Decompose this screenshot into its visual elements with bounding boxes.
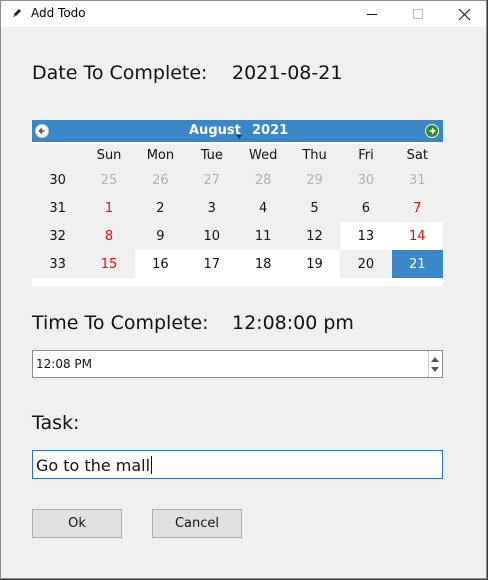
task-label: Task: — [32, 412, 80, 434]
window-title: Add Todo — [31, 6, 86, 20]
close-button[interactable] — [441, 1, 487, 27]
calendar-day[interactable]: 10 — [186, 222, 238, 250]
calendar-day[interactable]: 19 — [288, 250, 341, 278]
calendar-day[interactable]: 25 — [83, 166, 135, 194]
pencil-icon — [13, 9, 21, 17]
calendar: August 2021 Sun Mon Tue Wed Thu Fri Sat 30 25 26 2… — [32, 120, 443, 286]
day-header-fri: Fri — [340, 144, 392, 166]
week-number: 33 — [32, 250, 84, 278]
day-header-thu: Thu — [288, 144, 341, 166]
calendar-day[interactable]: 4 — [237, 194, 289, 222]
minimize-icon — [367, 14, 377, 15]
calendar-day-headers: Sun Mon Tue Wed Thu Fri Sat — [32, 144, 443, 166]
calendar-day[interactable]: 5 — [288, 194, 341, 222]
time-spinbox-value[interactable]: 12:08 PM — [36, 357, 92, 371]
calendar-day[interactable]: 29 — [288, 166, 341, 194]
close-icon — [458, 8, 470, 20]
calendar-day[interactable]: 27 — [186, 166, 238, 194]
calendar-day[interactable]: 16 — [134, 250, 187, 278]
calendar-day[interactable]: 6 — [340, 194, 392, 222]
calendar-week-row: 30 25 26 27 28 29 30 31 — [32, 166, 443, 194]
day-header-tue: Tue — [186, 144, 238, 166]
date-label: Date To Complete: — [32, 62, 208, 84]
day-header-mon: Mon — [134, 144, 187, 166]
arrow-left-icon[interactable] — [34, 123, 50, 139]
calendar-day[interactable]: 17 — [186, 250, 238, 278]
calendar-day[interactable]: 20 — [340, 250, 392, 278]
spin-down-icon[interactable] — [431, 367, 439, 372]
calendar-day[interactable]: 11 — [237, 222, 289, 250]
week-number: 32 — [32, 222, 84, 250]
month-dropdown-caret-icon[interactable] — [236, 135, 242, 139]
calendar-grid: Sun Mon Tue Wed Thu Fri Sat 30 25 26 27 28 29 30 31 31 1… — [32, 144, 443, 278]
spin-up-icon[interactable] — [431, 357, 439, 362]
week-number: 30 — [32, 166, 84, 194]
calendar-month[interactable]: August — [189, 123, 241, 138]
day-header-sat: Sat — [391, 144, 443, 166]
calendar-header: August 2021 — [32, 120, 443, 142]
time-spinbox[interactable]: 12:08 PM — [32, 350, 443, 378]
calendar-day[interactable]: 26 — [134, 166, 187, 194]
calendar-day[interactable]: 8 — [83, 222, 135, 250]
calendar-day[interactable]: 2 — [134, 194, 187, 222]
ok-button[interactable]: Ok — [32, 509, 122, 538]
calendar-year[interactable]: 2021 — [252, 123, 288, 138]
minimize-button[interactable] — [349, 1, 395, 27]
calendar-day[interactable]: 9 — [134, 222, 187, 250]
calendar-day[interactable]: 7 — [391, 194, 443, 222]
task-input-value: Go to the mall — [36, 456, 151, 475]
add-todo-window: Add Todo Date To Complete: 2021-08-21 Au… — [0, 0, 487, 579]
cancel-button[interactable]: Cancel — [152, 509, 242, 538]
calendar-day[interactable]: 15 — [83, 250, 135, 278]
task-input[interactable]: Go to the mall — [32, 450, 443, 479]
calendar-day[interactable]: 12 — [288, 222, 341, 250]
calendar-day[interactable]: 3 — [186, 194, 238, 222]
calendar-day-selected[interactable]: 21 — [391, 250, 443, 278]
maximize-icon — [413, 9, 423, 19]
week-number-header — [32, 144, 84, 166]
calendar-week-row: 33 15 16 17 18 19 20 21 — [32, 250, 443, 278]
week-number: 31 — [32, 194, 84, 222]
spinbox-buttons — [428, 351, 442, 377]
calendar-week-row: 31 1 2 3 4 5 6 7 — [32, 194, 443, 222]
arrow-right-icon[interactable] — [424, 123, 440, 139]
calendar-day[interactable]: 14 — [391, 222, 443, 250]
calendar-day[interactable]: 1 — [83, 194, 135, 222]
calendar-day[interactable]: 18 — [237, 250, 289, 278]
title-bar[interactable]: Add Todo — [1, 1, 486, 27]
calendar-day[interactable]: 28 — [237, 166, 289, 194]
date-value: 2021-08-21 — [232, 62, 343, 84]
day-header-sun: Sun — [83, 144, 135, 166]
time-label: Time To Complete: — [32, 312, 209, 334]
time-value: 12:08:00 pm — [232, 312, 354, 334]
day-header-wed: Wed — [237, 144, 289, 166]
text-cursor — [151, 456, 153, 474]
calendar-day[interactable]: 30 — [340, 166, 392, 194]
maximize-button[interactable] — [395, 1, 441, 27]
calendar-week-row: 32 8 9 10 11 12 13 14 — [32, 222, 443, 250]
calendar-day[interactable]: 13 — [340, 222, 392, 250]
calendar-day[interactable]: 31 — [391, 166, 443, 194]
